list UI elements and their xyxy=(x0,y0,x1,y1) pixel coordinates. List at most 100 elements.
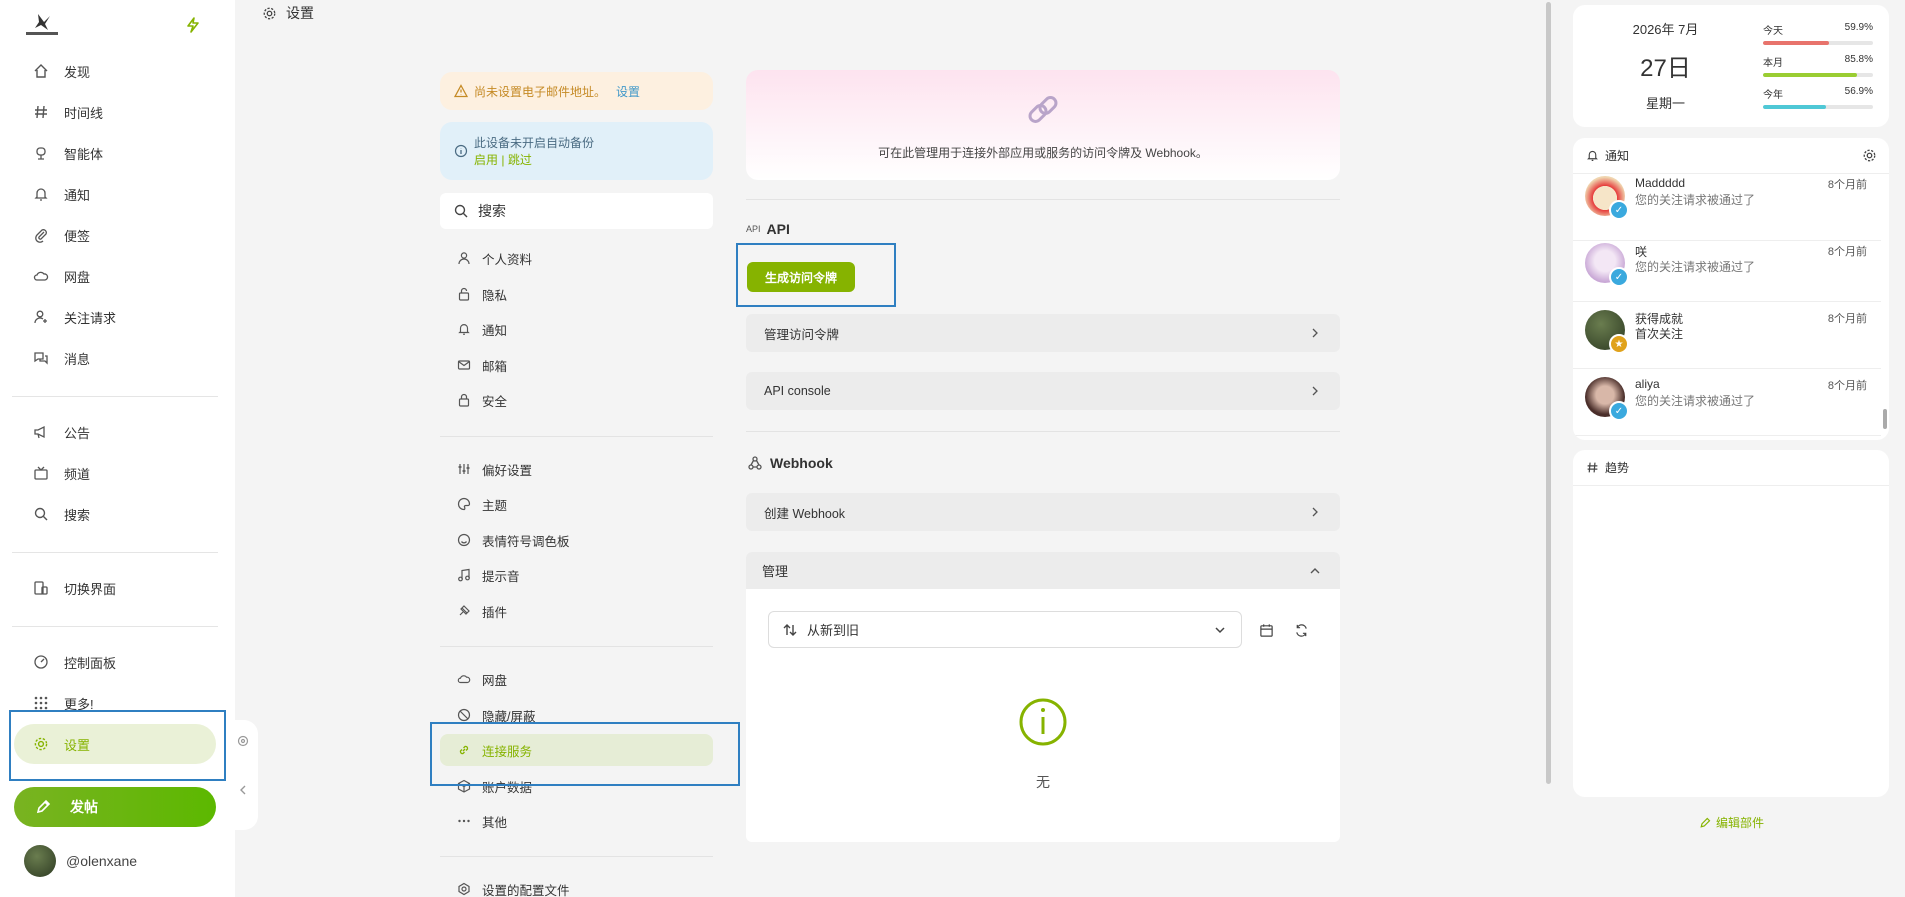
menu-label: 隐私 xyxy=(482,288,508,303)
chevron-right-icon xyxy=(1306,382,1324,400)
nav-item-channels[interactable]: 频道 xyxy=(22,455,212,491)
bolt-icon[interactable] xyxy=(186,17,200,33)
backup-skip-link[interactable]: 跳过 xyxy=(508,153,532,167)
api-console-button[interactable]: API console xyxy=(746,372,1340,410)
day: 27日 xyxy=(1640,55,1691,82)
mood-icon xyxy=(456,532,472,548)
refresh-icon xyxy=(1292,621,1310,639)
medal-badge-icon: ★ xyxy=(1609,334,1629,354)
pencil-icon xyxy=(1698,816,1712,830)
menu-item-theme[interactable]: 主题 xyxy=(440,488,713,520)
settings-gear-small-icon[interactable] xyxy=(234,732,252,750)
menu-item-notifications[interactable]: 通知 xyxy=(440,313,713,345)
hash-icon xyxy=(32,103,50,121)
notification-item[interactable]: ✓ Maddddd 您的关注请求被通过了 8个月前 xyxy=(1573,174,1881,241)
notification-item[interactable]: ✓ 咲 您的关注请求被通过了 8个月前 xyxy=(1573,235,1881,302)
chevron-right-icon xyxy=(1306,503,1324,521)
notification-item[interactable]: ✓ aliya 您的关注请求被通过了 8个月前 xyxy=(1573,369,1881,436)
sort-order-select[interactable]: 从新到旧 xyxy=(768,611,1242,648)
progress-label: 今天 xyxy=(1763,26,1783,37)
create-webhook-button[interactable]: 创建 Webhook xyxy=(746,493,1340,531)
menu-item-profile[interactable]: 个人资料 xyxy=(440,242,713,274)
scrollbar-thumb[interactable] xyxy=(1883,409,1887,429)
hero-text: 可在此管理用于连接外部应用或服务的访问令牌及 Webhook。 xyxy=(878,145,1208,160)
gear-icon xyxy=(260,4,278,22)
bell-icon xyxy=(1585,149,1599,163)
edit-widgets-button[interactable]: 编辑部件 xyxy=(1698,814,1764,831)
nav-item-settings[interactable]: 设置 xyxy=(14,724,216,764)
menu-item-email[interactable]: 邮箱 xyxy=(440,349,713,381)
calendar-filter-button[interactable] xyxy=(1254,618,1278,642)
nav-item-switch-ui[interactable]: 切换界面 xyxy=(22,570,212,606)
chevron-left-icon[interactable] xyxy=(234,781,252,799)
menu-label: 其他 xyxy=(482,815,508,830)
calendar-widget: 2026年 7月 27日 星期一 今天 59.9% 本月 85.8% 今年 56.9% xyxy=(1573,5,1889,127)
notifications-title: 通知 xyxy=(1605,149,1630,163)
menu-label: 安全 xyxy=(482,394,508,409)
menu-item-settings-profiles[interactable]: 设置的配置文件 xyxy=(440,873,713,897)
notifications-scrollbar[interactable] xyxy=(1881,174,1889,440)
menu-divider xyxy=(440,436,713,437)
link-icon xyxy=(1023,90,1063,130)
progress-today: 今天 59.9% xyxy=(1763,22,1873,45)
menu-item-mute-block[interactable]: 隐藏/屏蔽 xyxy=(440,699,713,731)
webhook-section-title: Webhook xyxy=(746,454,833,472)
nav-item-follow-requests[interactable]: 关注请求 xyxy=(22,299,212,335)
menu-item-other[interactable]: 其他 xyxy=(440,805,713,837)
generate-token-button[interactable]: 生成访问令牌 xyxy=(747,262,855,292)
menu-item-privacy[interactable]: 隐私 xyxy=(440,278,713,310)
nav-item-timeline[interactable]: 时间线 xyxy=(22,94,212,130)
refresh-button[interactable] xyxy=(1289,618,1313,642)
trends-title: 趋势 xyxy=(1605,461,1630,475)
menu-item-security[interactable]: 安全 xyxy=(440,384,713,416)
empty-state-text: 无 xyxy=(1036,774,1050,790)
nav-item-drive[interactable]: 网盘 xyxy=(22,258,212,294)
nav-item-more[interactable]: 更多! xyxy=(22,685,212,721)
weekday: 星期一 xyxy=(1645,96,1685,111)
post-button[interactable]: 发帖 xyxy=(14,787,216,827)
nav-item-messages[interactable]: 消息 xyxy=(22,340,212,376)
search-icon xyxy=(452,202,470,220)
email-setup-link[interactable]: 设置 xyxy=(616,83,640,100)
nav-item-announcements[interactable]: 公告 xyxy=(22,414,212,450)
lock-open-icon xyxy=(456,286,472,302)
nav-item-notifications[interactable]: 通知 xyxy=(22,176,212,212)
nav-label: 消息 xyxy=(64,351,91,367)
menu-item-connected-services[interactable]: 连接服务 xyxy=(440,734,713,766)
nav-label: 控制面板 xyxy=(64,655,117,671)
nav-label: 设置 xyxy=(64,737,91,753)
sort-value: 从新到旧 xyxy=(807,623,860,638)
manage-panel-header[interactable]: 管理 xyxy=(746,552,1340,589)
cloud-icon xyxy=(456,671,472,687)
backup-enable-link[interactable]: 启用 xyxy=(474,153,498,167)
manage-tokens-button[interactable]: 管理访问令牌 xyxy=(746,314,1340,352)
menu-item-account-data[interactable]: 账户数据 xyxy=(440,770,713,802)
nav-label: 更多! xyxy=(64,696,94,712)
menu-divider xyxy=(440,646,713,647)
menu-item-sounds[interactable]: 提示音 xyxy=(440,559,713,591)
nav-label: 关注请求 xyxy=(64,310,117,326)
menu-item-emoji-palette[interactable]: 表情符号调色板 xyxy=(440,524,713,556)
nav-item-control-panel[interactable]: 控制面板 xyxy=(22,644,212,680)
menu-item-preferences[interactable]: 偏好设置 xyxy=(440,453,713,485)
menu-item-plugins[interactable]: 插件 xyxy=(440,595,713,627)
nav-item-agents[interactable]: 智能体 xyxy=(22,135,212,171)
api-title: API xyxy=(766,221,790,237)
instance-logo[interactable] xyxy=(24,12,60,38)
main-scrollbar[interactable] xyxy=(1543,0,1553,897)
nav-item-discover[interactable]: 发现 xyxy=(22,53,212,89)
menu-label: 连接服务 xyxy=(482,744,533,759)
gear-icon[interactable] xyxy=(1861,148,1877,164)
menu-label: 提示音 xyxy=(482,569,520,584)
nav-item-clips[interactable]: 便签 xyxy=(22,217,212,253)
settings-search-input[interactable]: 搜索 xyxy=(440,193,713,229)
notification-item[interactable]: ★ 获得成就 首次关注 8个月前 xyxy=(1573,302,1881,369)
hash-icon xyxy=(1585,461,1599,475)
scrollbar-thumb[interactable] xyxy=(1546,2,1551,784)
nav-item-search[interactable]: 搜索 xyxy=(22,496,212,532)
menu-label: 邮箱 xyxy=(482,359,508,374)
menu-item-drive[interactable]: 网盘 xyxy=(440,663,713,695)
create-webhook-label: 创建 Webhook xyxy=(764,506,846,521)
account-menu[interactable]: @olenxane xyxy=(24,845,137,877)
dots-icon xyxy=(456,813,472,829)
